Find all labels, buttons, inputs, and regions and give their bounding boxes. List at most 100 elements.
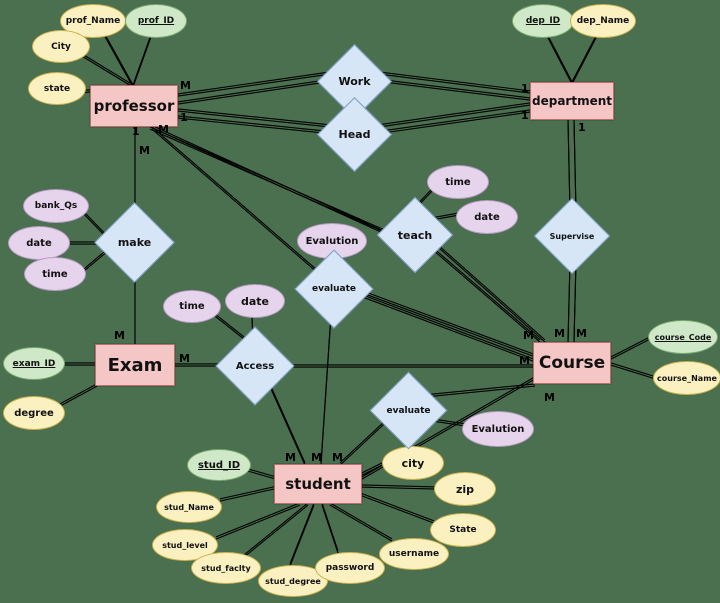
edge-professor-to-evaluate1 bbox=[151, 126, 319, 274]
edge-work-to-department bbox=[375, 78, 531, 101]
edge-dep_name-to-department bbox=[571, 31, 599, 85]
attribute-password[interactable]: password bbox=[315, 552, 385, 584]
attribute-zip[interactable]: zip bbox=[434, 472, 496, 506]
cardinality-stud-eval2-m: M bbox=[332, 451, 343, 464]
cardinality-course-stud-m: M bbox=[544, 391, 555, 404]
attribute-eval2_attr[interactable]: Evalution bbox=[462, 411, 534, 447]
attribute-city_prof[interactable]: City bbox=[32, 30, 90, 63]
attribute-make_time[interactable]: time bbox=[24, 257, 86, 291]
relationship-access[interactable]: Access bbox=[215, 326, 295, 406]
attribute-make_date[interactable]: date bbox=[8, 226, 70, 260]
attribute-stud_name[interactable]: stud_Name bbox=[156, 491, 222, 523]
cardinality-dept-supervise-1: 1 bbox=[578, 121, 586, 134]
cardinality-course-sup-m2: M bbox=[576, 327, 587, 340]
entity-student[interactable]: student bbox=[274, 464, 362, 504]
attribute-label: course_Name bbox=[657, 373, 717, 383]
edge-evaluate1-to-student bbox=[320, 313, 332, 466]
entity-professor[interactable]: professor bbox=[90, 85, 178, 127]
edge-degree-to-exam bbox=[59, 383, 98, 407]
relationship-label: Head bbox=[338, 128, 371, 141]
edge-stud_name-to-student bbox=[219, 485, 279, 502]
attribute-dep_name[interactable]: dep_Name bbox=[570, 4, 636, 38]
cardinality-stud-access-m: M bbox=[311, 451, 322, 464]
cardinality-prof-teach-m: M bbox=[158, 123, 169, 136]
entity-exam[interactable]: Exam bbox=[95, 344, 175, 386]
attribute-degree[interactable]: degree bbox=[3, 396, 65, 430]
attribute-label: dep_ID bbox=[525, 16, 561, 26]
attribute-exam_id[interactable]: exam_ID bbox=[3, 347, 65, 380]
attribute-course_name[interactable]: course_Name bbox=[653, 361, 720, 395]
attribute-label: stud_Name bbox=[164, 502, 214, 512]
relationship-label: teach bbox=[397, 228, 433, 242]
cardinality-prof-work-m: M bbox=[180, 79, 191, 92]
edge-evaluate1-to-course bbox=[359, 293, 534, 362]
edge-course-to-course_code bbox=[610, 335, 653, 360]
attribute-state_stud[interactable]: State bbox=[430, 513, 496, 547]
er-diagram-canvas: professor department Exam Course student prof… bbox=[0, 0, 720, 603]
entity-label: Exam bbox=[107, 354, 163, 376]
edge-stud_id-to-student bbox=[247, 468, 277, 480]
cardinality-exam-access-m: M bbox=[179, 352, 190, 365]
attribute-username[interactable]: username bbox=[379, 538, 449, 570]
edge-dep_id-to-department bbox=[545, 31, 573, 85]
cardinality-course-eval-m: M bbox=[519, 354, 530, 367]
attribute-label: date bbox=[474, 211, 500, 223]
attribute-label: city bbox=[401, 456, 425, 470]
cardinality-exam-make-m: M bbox=[114, 329, 125, 342]
edge-username-to-student bbox=[329, 502, 393, 542]
relationship-head[interactable]: Head bbox=[317, 97, 392, 172]
attribute-access_time[interactable]: time bbox=[163, 290, 221, 323]
entity-course[interactable]: Course bbox=[533, 342, 611, 384]
attribute-label: Evalution bbox=[305, 235, 359, 247]
attribute-dep_id[interactable]: dep_ID bbox=[512, 4, 574, 38]
attribute-label: date bbox=[240, 294, 269, 308]
edge-exam_id-to-exam bbox=[64, 362, 95, 366]
attribute-label: dep_Name bbox=[576, 16, 630, 26]
edge-course-to-course_name bbox=[610, 362, 657, 380]
attribute-label: prof_ID bbox=[137, 16, 175, 26]
edge-password-to-student bbox=[321, 502, 339, 554]
attribute-label: State bbox=[449, 525, 477, 535]
attribute-label: password bbox=[325, 563, 375, 573]
attribute-course_code[interactable]: course_Code bbox=[648, 320, 718, 354]
attribute-label: City bbox=[51, 41, 71, 52]
relationship-evaluate1[interactable]: evaluate bbox=[294, 249, 374, 329]
relationship-make[interactable]: make bbox=[94, 202, 175, 283]
entity-label: professor bbox=[93, 97, 175, 115]
cardinality-stud-eval1-m: M bbox=[285, 451, 296, 464]
attribute-stud_faclty[interactable]: stud_faclty bbox=[191, 552, 261, 584]
attribute-state_prof[interactable]: state bbox=[28, 72, 86, 105]
attribute-teach_date[interactable]: date bbox=[456, 200, 518, 234]
relationship-supervise[interactable]: Supervise bbox=[533, 197, 611, 275]
edge-prof_name-to-professor bbox=[102, 30, 134, 88]
relationship-label: Access bbox=[235, 360, 275, 372]
attribute-label: exam_ID bbox=[12, 358, 56, 369]
edge-stud_degree-to-student bbox=[289, 502, 315, 567]
attribute-label: bank_Qs bbox=[34, 201, 78, 211]
relationship-label: evaluate bbox=[311, 284, 356, 294]
edge-prof_id-to-professor bbox=[132, 31, 153, 88]
attribute-label: date bbox=[26, 237, 52, 249]
attribute-label: state bbox=[43, 83, 71, 94]
attribute-label: zip bbox=[455, 482, 475, 496]
attribute-label: time bbox=[445, 176, 471, 188]
attribute-label: Evalution bbox=[471, 423, 525, 435]
attribute-label: stud_degree bbox=[265, 576, 321, 586]
attribute-label: time bbox=[42, 268, 68, 280]
edge-stud_level-to-student bbox=[215, 502, 301, 540]
cardinality-dept-work-1: 1 bbox=[521, 82, 529, 95]
edge-evaluate1-to-course bbox=[359, 289, 534, 357]
relationship-evaluate2[interactable]: evaluate bbox=[369, 371, 448, 450]
entity-department[interactable]: department bbox=[530, 82, 614, 120]
attribute-label: stud_ID bbox=[197, 459, 241, 471]
entity-label: student bbox=[285, 475, 351, 493]
attribute-city_stud[interactable]: city bbox=[382, 446, 444, 480]
attribute-teach_time[interactable]: time bbox=[427, 165, 489, 199]
attribute-prof_id[interactable]: prof_ID bbox=[125, 4, 187, 38]
attribute-access_date[interactable]: date bbox=[225, 284, 285, 318]
attribute-bank_qs[interactable]: bank_Qs bbox=[23, 189, 89, 223]
attribute-stud_id[interactable]: stud_ID bbox=[187, 449, 251, 481]
cardinality-prof-head-1: 1 bbox=[180, 111, 188, 124]
cardinality-prof-make-1: 1 bbox=[132, 125, 140, 138]
relationship-teach[interactable]: teach bbox=[376, 196, 454, 274]
